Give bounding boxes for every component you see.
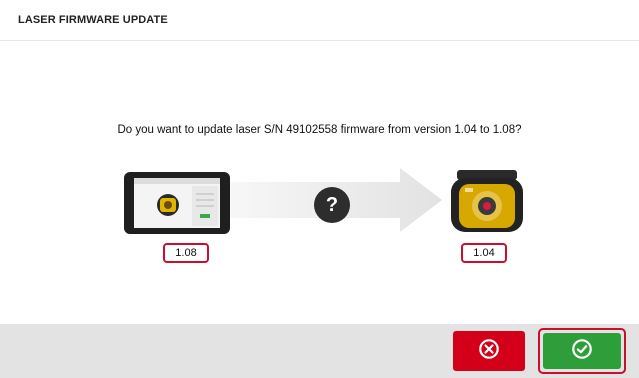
laser-device-image <box>447 168 527 241</box>
laser-version-label: 1.04 <box>461 243 507 263</box>
page-title: LASER FIRMWARE UPDATE <box>18 14 168 26</box>
check-circle-icon <box>571 338 593 365</box>
cancel-button[interactable] <box>453 331 525 371</box>
confirm-button[interactable] <box>543 333 621 369</box>
tablet-device-image <box>122 170 232 241</box>
question-mark-icon: ? <box>314 187 350 223</box>
tablet-version-label: 1.08 <box>163 243 209 263</box>
title-bar: LASER FIRMWARE UPDATE <box>0 0 639 41</box>
action-bar <box>0 324 639 378</box>
update-question: Do you want to update laser S/N 49102558… <box>117 124 522 136</box>
x-circle-icon <box>478 338 500 365</box>
